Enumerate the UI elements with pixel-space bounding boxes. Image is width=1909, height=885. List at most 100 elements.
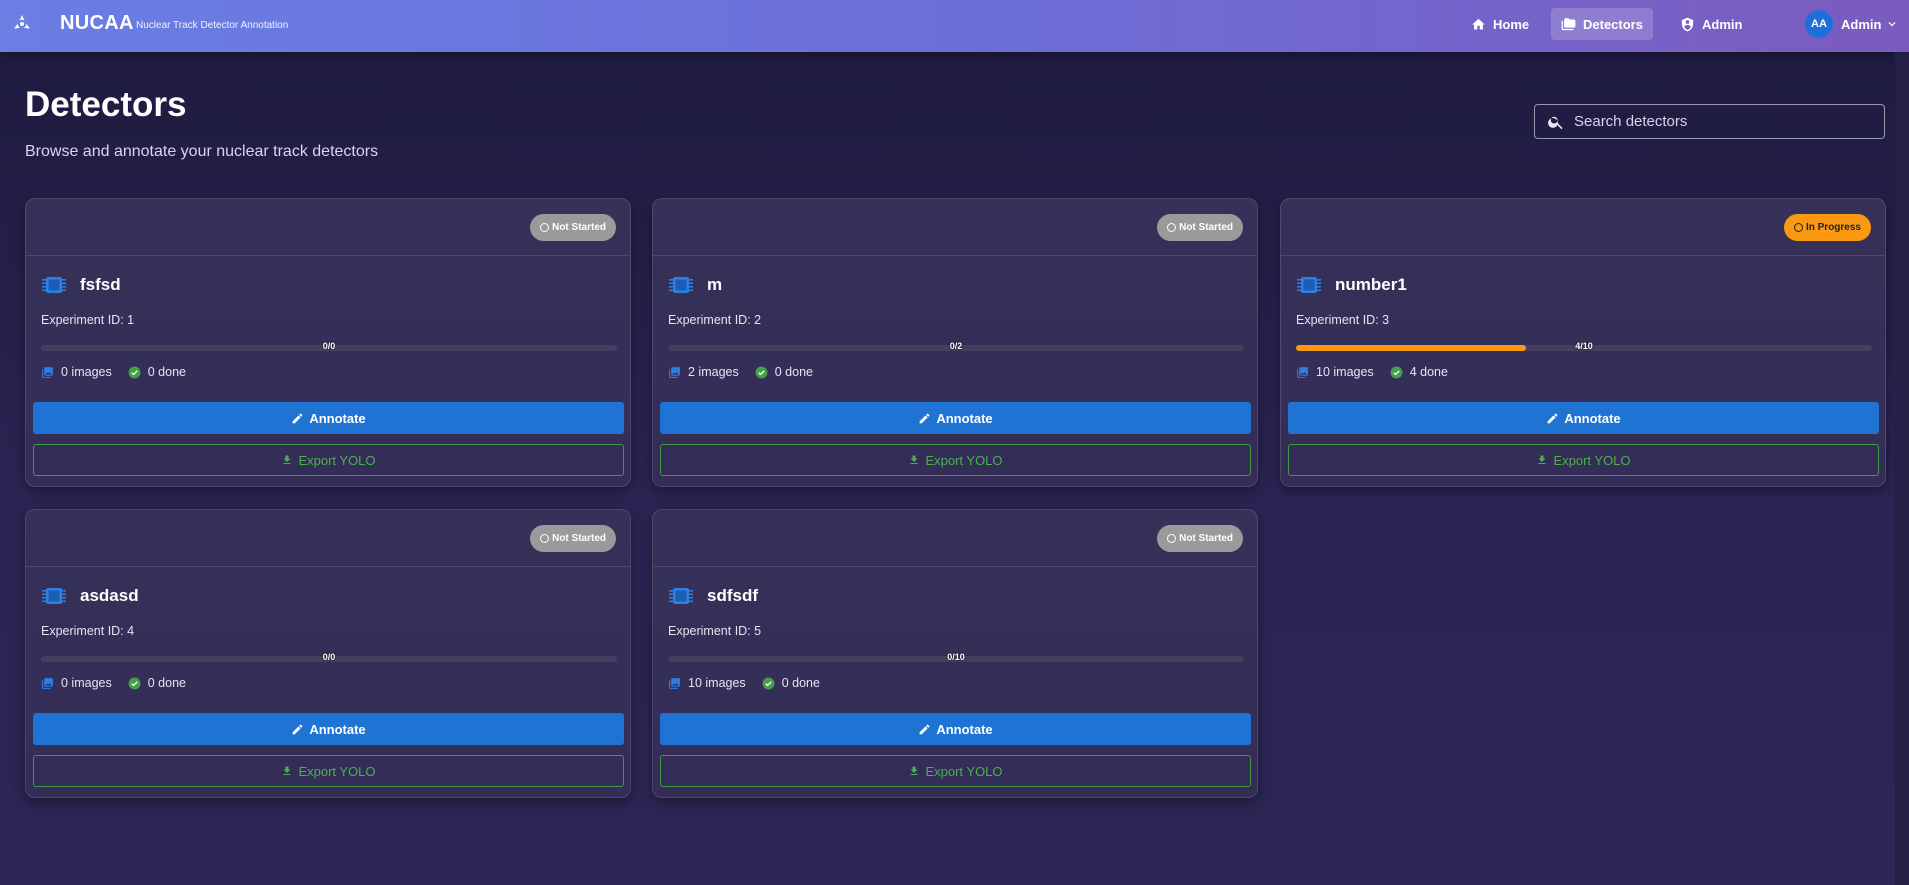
check-circle-icon [1390,366,1403,378]
experiment-id: Experiment ID: 4 [41,624,135,638]
status-badge-label: Not Started [1179,222,1233,233]
avatar: AA [1805,10,1833,38]
progress-label: 4/10 [1575,341,1593,351]
memory-chip-icon [1297,277,1321,293]
circle-icon [540,534,550,543]
images-stat: 10 images [668,676,746,690]
images-stat: 0 images [41,676,112,690]
detector-card: Not Started asdasd Experiment ID: 4 0/0 … [25,509,631,798]
status-badge: Not Started [1157,214,1243,241]
done-count: 0 done [147,365,186,379]
detector-card: In Progress number1 Experiment ID: 3 4/1… [1280,198,1886,487]
circle-icon [1167,534,1177,543]
images-icon [669,677,680,689]
images-count: 2 images [688,365,739,379]
done-stat: 0 done [755,365,813,379]
download-icon [1538,455,1546,464]
search-icon [1548,116,1563,129]
download-icon [283,766,291,775]
card-title-row: sdfsdf [669,585,758,607]
status-badge: Not Started [530,214,616,241]
folders-icon [1561,17,1576,30]
images-icon [1297,366,1308,378]
nav-home-label: Home [1493,16,1530,32]
download-icon [910,766,918,775]
page-subtitle: Browse and annotate your nuclear track d… [25,143,379,160]
export-yolo-button-label: Export YOLO [1553,452,1631,468]
images-stat: 2 images [668,365,739,379]
nav-detectors-label: Detectors [1583,16,1643,32]
detector-name: asdasd [80,586,139,605]
progress-label: 0/10 [947,652,965,662]
card-stats: 0 images 0 done [41,365,186,379]
status-badge-label: In Progress [1805,222,1861,233]
annotate-button[interactable]: Annotate [660,402,1251,434]
images-stat: 10 images [1296,365,1374,379]
export-yolo-button[interactable]: Export YOLO [660,444,1251,476]
images-icon [42,366,53,378]
export-yolo-button[interactable]: Export YOLO [1288,444,1879,476]
card-stats: 2 images 0 done [668,365,813,379]
progress-bar: 0/0 [41,652,617,662]
done-count: 4 done [1409,365,1448,379]
images-stat: 0 images [41,365,112,379]
images-icon [669,366,680,378]
nav-home[interactable]: Home [1461,8,1539,40]
pencil-icon [292,413,303,423]
detector-name: m [707,275,723,294]
experiment-id: Experiment ID: 2 [668,313,762,327]
export-yolo-button[interactable]: Export YOLO [660,755,1251,787]
progress-label: 0/0 [322,652,336,662]
progress-bar: 0/10 [668,652,1244,662]
card-title-row: asdasd [42,585,139,607]
user-menu-label: Admin [1841,16,1882,32]
pencil-icon [292,724,303,734]
detector-card: Not Started fsfsd Experiment ID: 1 0/0 0… [25,198,631,487]
status-badge-label: Not Started [552,533,606,544]
experiment-id: Experiment ID: 3 [1296,313,1390,327]
user-menu[interactable]: AA Admin [1795,8,1909,40]
shield-user-icon [1681,17,1694,31]
experiment-id: Experiment ID: 5 [668,624,762,638]
export-yolo-button[interactable]: Export YOLO [33,755,624,787]
page-title: Detectors [25,85,187,124]
images-count: 0 images [61,676,112,690]
progress-bar: 0/2 [668,341,1244,351]
annotate-button[interactable]: Annotate [660,713,1251,745]
annotate-button-label: Annotate [936,410,993,426]
experiment-id: Experiment ID: 1 [41,313,135,327]
status-badge: Not Started [1157,525,1243,552]
progress-label: 0/2 [949,341,963,351]
annotate-button-label: Annotate [309,721,366,737]
home-icon [1472,18,1485,29]
check-circle-icon [128,366,141,378]
export-yolo-button[interactable]: Export YOLO [33,444,624,476]
status-badge: Not Started [530,525,616,552]
done-stat: 0 done [128,676,186,690]
memory-chip-icon [669,588,693,604]
download-icon [910,455,918,464]
app-subtitle: Nuclear Track Detector Annotation [136,20,289,31]
app-brand[interactable]: NUCAA [60,12,134,35]
done-stat: 0 done [762,676,820,690]
nav-admin-label: Admin [1702,16,1743,32]
done-stat: 0 done [128,365,186,379]
annotate-button[interactable]: Annotate [33,402,624,434]
scrollbar-track[interactable] [1895,52,1909,885]
radiation-icon[interactable] [11,13,33,35]
images-count: 10 images [1316,365,1374,379]
card-stats: 10 images 4 done [1296,365,1448,379]
status-badge-label: Not Started [552,222,606,233]
search-input[interactable] [1574,113,1864,130]
card-header: Not Started [653,199,1257,256]
done-stat: 4 done [1390,365,1448,379]
detector-card: Not Started sdfsdf Experiment ID: 5 0/10… [652,509,1258,798]
check-circle-icon [128,677,141,689]
done-count: 0 done [781,676,820,690]
annotate-button[interactable]: Annotate [1288,402,1879,434]
nav-admin[interactable]: Admin [1670,8,1752,40]
annotate-button[interactable]: Annotate [33,713,624,745]
nav-detectors[interactable]: Detectors [1551,8,1653,40]
search-box[interactable] [1534,104,1885,139]
export-yolo-button-label: Export YOLO [298,763,376,779]
